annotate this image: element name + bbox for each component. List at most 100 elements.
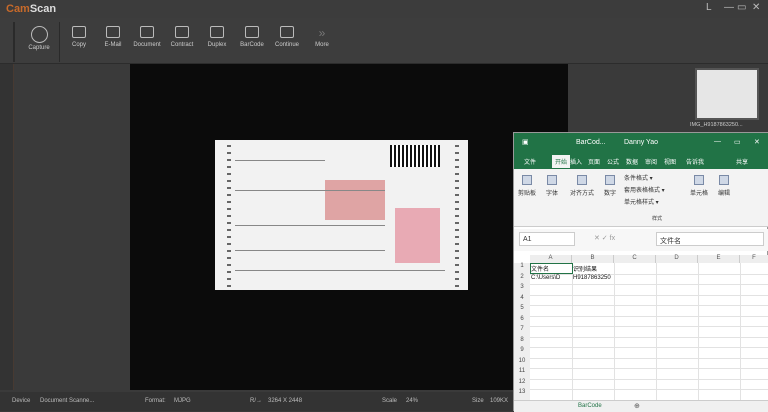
excel-user: Danny Yao bbox=[624, 139, 658, 146]
formula-input[interactable]: 文件名 bbox=[656, 232, 764, 246]
spreadsheet-grid[interactable]: A B C D E F 1 2 3 4 5 6 7 8 9 10 11 12 13 文件名 识别结果 C:\Users\D… bbox=[514, 255, 768, 401]
divider bbox=[13, 22, 15, 62]
gridline bbox=[530, 273, 768, 275]
toolbar-copy-button[interactable]: Copy bbox=[62, 26, 96, 48]
row-header[interactable]: 1 bbox=[514, 263, 530, 274]
row-header[interactable]: 11 bbox=[514, 368, 530, 379]
camera-circle-icon bbox=[30, 26, 48, 43]
sheet-tab-bar: BarCode ⊕ bbox=[514, 400, 768, 412]
close-button[interactable]: ✕ bbox=[752, 2, 760, 13]
toolbar-more-button[interactable]: » More bbox=[305, 26, 339, 48]
alignment-button[interactable]: 对齐方式 bbox=[566, 175, 598, 197]
row-header[interactable]: 10 bbox=[514, 357, 530, 368]
toolbar-contract-button[interactable]: Contract bbox=[165, 26, 199, 48]
gridline bbox=[530, 347, 768, 348]
toolbar-barcode-button[interactable]: BarCode bbox=[235, 26, 269, 48]
left-strip bbox=[0, 64, 14, 390]
gridline bbox=[530, 326, 768, 327]
ribbon-tab[interactable]: 页面 bbox=[588, 157, 600, 166]
toolbar-capture-button[interactable]: Capture bbox=[22, 26, 56, 51]
ribbon: 剪贴板 字体 对齐方式 数字 条件格式 ▾ 套用表格格式 ▾ 单元格样式 ▾ 样… bbox=[514, 169, 768, 227]
excel-doc-title: BarCod... bbox=[576, 139, 606, 146]
conditional-format-button[interactable]: 条件格式 ▾ bbox=[624, 173, 653, 182]
restore-button[interactable]: — bbox=[724, 2, 734, 13]
toolbar-document-button[interactable]: Document bbox=[130, 26, 164, 48]
column-header[interactable]: B bbox=[572, 255, 614, 263]
gridline bbox=[530, 305, 768, 306]
edit-button[interactable]: 编辑 bbox=[714, 175, 734, 197]
gridline bbox=[530, 294, 768, 296]
cells-button[interactable]: 单元格 bbox=[688, 175, 710, 197]
name-box[interactable]: A1 bbox=[519, 232, 575, 246]
divider bbox=[59, 22, 60, 62]
duplex-icon bbox=[210, 26, 224, 38]
column-header[interactable]: C bbox=[614, 255, 656, 263]
format-label: Format: bbox=[145, 398, 166, 404]
device-label: Device bbox=[12, 398, 31, 404]
ribbon-tab[interactable]: 告诉我 bbox=[686, 157, 704, 166]
column-header[interactable]: E bbox=[698, 255, 740, 263]
cell-b1[interactable]: 识别结果 bbox=[573, 264, 597, 273]
row-header[interactable]: 4 bbox=[514, 294, 530, 305]
cell-a2[interactable]: C:\Users\D bbox=[531, 275, 560, 281]
minimize-button[interactable]: L bbox=[706, 2, 712, 13]
resolution-label: R/→ bbox=[250, 398, 262, 404]
number-button[interactable]: 数字 bbox=[600, 175, 620, 197]
excel-title-bar: ▣ BarCod... Danny Yao — ▭ ✕ bbox=[514, 133, 768, 153]
ribbon-tab[interactable]: 插入 bbox=[570, 157, 582, 166]
label-area bbox=[395, 208, 440, 263]
gridline bbox=[530, 378, 768, 380]
row-header[interactable]: 7 bbox=[514, 326, 530, 337]
thumbnail-label: IMG_H9187863250... bbox=[690, 122, 743, 128]
ribbon-tab[interactable]: 文件 bbox=[524, 157, 536, 166]
row-header[interactable]: 13 bbox=[514, 389, 530, 400]
font-button[interactable]: 字体 bbox=[542, 175, 562, 197]
ribbon-tab[interactable]: 开始 bbox=[552, 155, 571, 168]
cell-a1[interactable]: 文件名 bbox=[530, 263, 573, 274]
toolbar-label: E-Mail bbox=[104, 42, 122, 48]
scale-label: Scale bbox=[382, 398, 398, 404]
toolbar-duplex-button[interactable]: Duplex bbox=[200, 26, 234, 48]
row-header[interactable]: 2 bbox=[514, 273, 530, 284]
gridline bbox=[530, 357, 768, 359]
barcode-image bbox=[390, 145, 440, 167]
column-header[interactable]: D bbox=[656, 255, 698, 263]
row-header[interactable]: 9 bbox=[514, 347, 530, 358]
ribbon-tab[interactable]: 数据 bbox=[626, 157, 638, 166]
ribbon-tab[interactable]: 公式 bbox=[607, 157, 619, 166]
sheet-tab-barcode[interactable]: BarCode bbox=[578, 403, 602, 409]
cancel-check-fx-icons[interactable]: ✕ ✓ fx bbox=[594, 234, 615, 242]
size-value: 109KX bbox=[490, 398, 509, 404]
left-panel bbox=[14, 64, 130, 390]
gridline bbox=[530, 368, 768, 369]
toolbar-label: BarCode bbox=[240, 42, 264, 48]
toolbar-label: Duplex bbox=[207, 42, 227, 48]
toolbar-email-button[interactable]: E-Mail bbox=[96, 26, 130, 48]
clipboard-button[interactable]: 剪贴板 bbox=[516, 175, 538, 197]
ribbon-tab[interactable]: 审阅 bbox=[645, 157, 657, 166]
column-header[interactable]: F bbox=[740, 255, 768, 263]
row-header[interactable]: 6 bbox=[514, 315, 530, 326]
chevron-double-right-icon: » bbox=[318, 26, 326, 40]
toolbar-continue-button[interactable]: Continue bbox=[270, 26, 304, 48]
save-icon[interactable]: ▣ bbox=[522, 138, 529, 146]
table-format-button[interactable]: 套用表格格式 ▾ bbox=[624, 185, 665, 194]
close-button[interactable]: ✕ bbox=[754, 138, 760, 146]
maximize-button[interactable]: ▭ bbox=[737, 2, 746, 13]
row-header[interactable]: 5 bbox=[514, 305, 530, 316]
thumbnail-image[interactable] bbox=[695, 68, 759, 120]
row-header[interactable]: 8 bbox=[514, 336, 530, 347]
row-header[interactable]: 12 bbox=[514, 378, 530, 389]
ribbon-tab[interactable]: 视图 bbox=[664, 157, 676, 166]
excel-window[interactable]: ▣ BarCod... Danny Yao — ▭ ✕ 文件 开始 插入 页面 公式 数据… bbox=[513, 132, 768, 412]
row-header[interactable]: 3 bbox=[514, 284, 530, 295]
continue-icon bbox=[280, 26, 294, 38]
cell-b2[interactable]: H9187863250 bbox=[573, 275, 611, 281]
gridline bbox=[530, 336, 768, 338]
cell-style-button[interactable]: 单元格样式 ▾ bbox=[624, 197, 659, 206]
maximize-button[interactable]: ▭ bbox=[734, 138, 741, 146]
column-header[interactable]: A bbox=[530, 255, 572, 263]
add-sheet-icon[interactable]: ⊕ bbox=[634, 402, 640, 410]
minimize-button[interactable]: — bbox=[714, 138, 721, 145]
ribbon-tab[interactable]: 共享 bbox=[736, 157, 748, 166]
